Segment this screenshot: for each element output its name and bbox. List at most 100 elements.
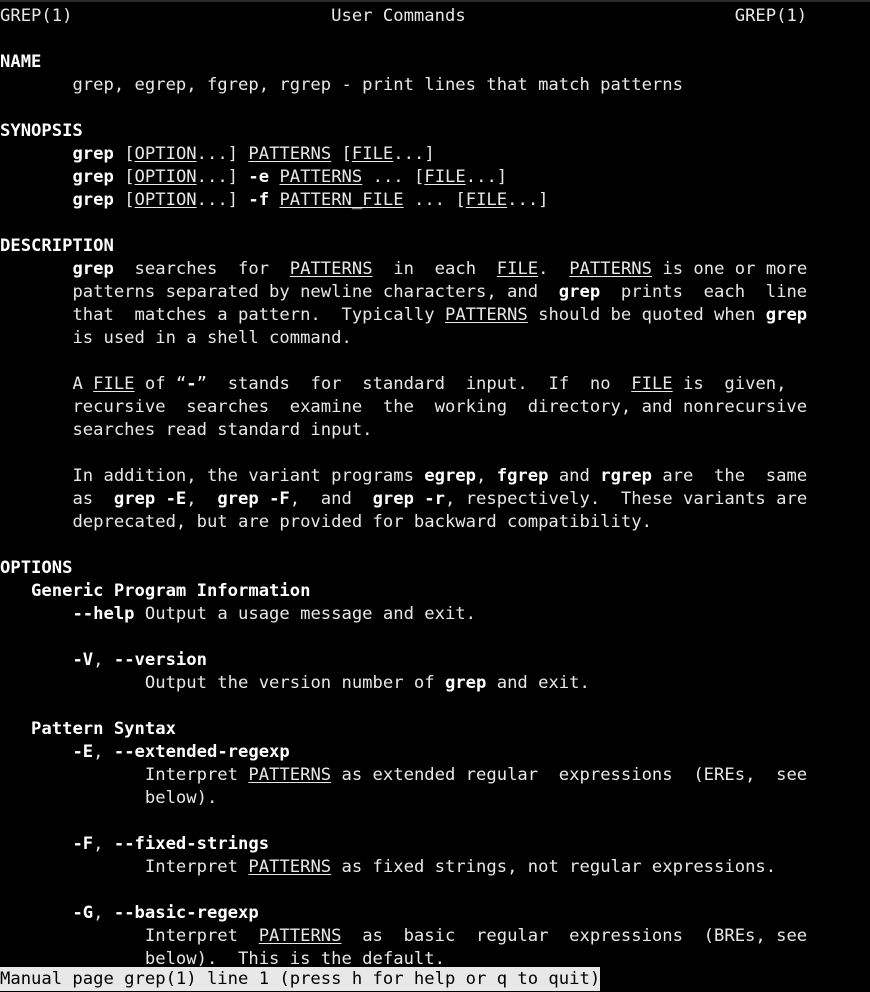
t: searches for [113, 259, 290, 279]
option-version-grep-bold: grep [444, 673, 487, 693]
sp: ...] [465, 167, 508, 187]
t: , [476, 466, 497, 486]
option-help: --help Output a usage message and exit. [0, 603, 870, 626]
option-version-short: -V [72, 650, 94, 670]
synopsis1-command: grep [72, 144, 114, 164]
option-F-short: -F [72, 834, 94, 854]
man-header-left: GREP(1) [0, 6, 73, 26]
terminal-window: GREP(1) User Commands GREP(1) NAME grep,… [0, 0, 870, 992]
sp: ... [ [362, 167, 425, 187]
sp: ...] [196, 190, 249, 210]
options-heading-text: OPTIONS [0, 558, 73, 578]
t: , [93, 742, 114, 762]
sp: [ [113, 144, 135, 164]
sp: [ [113, 167, 135, 187]
sp: [ [113, 190, 135, 210]
sp: ...] [196, 144, 249, 164]
man-pager-content[interactable]: GREP(1) User Commands GREP(1) NAME grep,… [0, 5, 870, 971]
desc3-grep-f-bold: grep -F [217, 489, 290, 509]
option-F-patterns-italic: PATTERNS [248, 857, 332, 877]
synopsis1-option: OPTION [134, 144, 197, 164]
synopsis3-flag-f: -f [248, 190, 270, 210]
synopsis1-patterns: PATTERNS [248, 144, 332, 164]
name-body-line: grep, egrep, fgrep, rgrep - print lines … [0, 74, 870, 97]
desc3-grep-r-bold: grep -r [372, 489, 445, 509]
t: and exit. [486, 673, 590, 693]
desc-patterns-italic-2: PATTERNS [569, 259, 652, 279]
desc2-file-italic: FILE [93, 374, 135, 394]
man-header-center: User Commands [331, 6, 466, 26]
option-G-short: -G [72, 903, 94, 923]
option-G-long: --basic-regexp [113, 903, 259, 923]
desc3-rgrep-bold: rgrep [600, 466, 652, 486]
synopsis3-pattern-file: PATTERN_FILE [279, 190, 404, 210]
option-E-patterns-italic: PATTERNS [248, 765, 332, 785]
sp: ... [ [403, 190, 466, 210]
t: and [548, 466, 601, 486]
synopsis3-command: grep [72, 190, 114, 210]
sp [269, 167, 279, 187]
header-gap-left [72, 6, 331, 26]
t: ” stands for standard input. If no [196, 374, 632, 394]
option-E-short: -E [72, 742, 94, 762]
option-extended-regexp-desc-2: below). [0, 787, 870, 810]
t: in each [372, 259, 497, 279]
description-p1-line3: that matches a pattern. Typically PATTER… [0, 304, 870, 327]
t: as [72, 489, 114, 509]
description-p1-line1: grep searches for PATTERNS in each FILE.… [0, 258, 870, 281]
t: patterns separated by newline characters… [72, 282, 559, 302]
description-p3-line3: deprecated, but are provided for backwar… [0, 511, 870, 534]
synopsis2-patterns: PATTERNS [279, 167, 363, 187]
t: , [93, 834, 114, 854]
t: Interpret [144, 857, 249, 877]
option-G-patterns-italic: PATTERNS [258, 926, 342, 946]
option-basic-regexp-flags: -G, --basic-regexp [0, 902, 870, 925]
t: deprecated, but are provided for backwar… [72, 512, 652, 532]
desc-patterns-italic-3: PATTERNS [444, 305, 528, 325]
name-heading-text: NAME [0, 52, 42, 72]
t: Interpret [144, 765, 249, 785]
desc-grep-bold: grep [72, 259, 114, 279]
t: below). [144, 788, 218, 808]
description-heading-text: DESCRIPTION [0, 236, 114, 256]
pattern-syntax-text: Pattern Syntax [31, 719, 176, 739]
desc3-egrep-bold: egrep [424, 466, 477, 486]
sp: [ [331, 144, 352, 164]
t: , [93, 903, 114, 923]
synopsis3-file: FILE [465, 190, 508, 210]
t: is given, [672, 374, 787, 394]
t: is one or more [652, 259, 808, 279]
option-extended-regexp-flags: -E, --extended-regexp [0, 741, 870, 764]
desc3-grep-e-bold: grep -E [113, 489, 187, 509]
option-help-flag: --help [72, 604, 135, 624]
pager-status-bar[interactable]: Manual page grep(1) line 1 (press h for … [0, 967, 601, 991]
desc2-file-italic-2: FILE [631, 374, 673, 394]
sp: ...] [196, 167, 249, 187]
option-E-long: --extended-regexp [113, 742, 290, 762]
desc-grep-bold-2: grep [558, 282, 601, 302]
t: searches read standard input. [72, 420, 373, 440]
section-heading-options: OPTIONS [0, 557, 870, 580]
description-p3-line1: In addition, the variant programs egrep,… [0, 465, 870, 488]
header-gap-right [466, 6, 735, 26]
